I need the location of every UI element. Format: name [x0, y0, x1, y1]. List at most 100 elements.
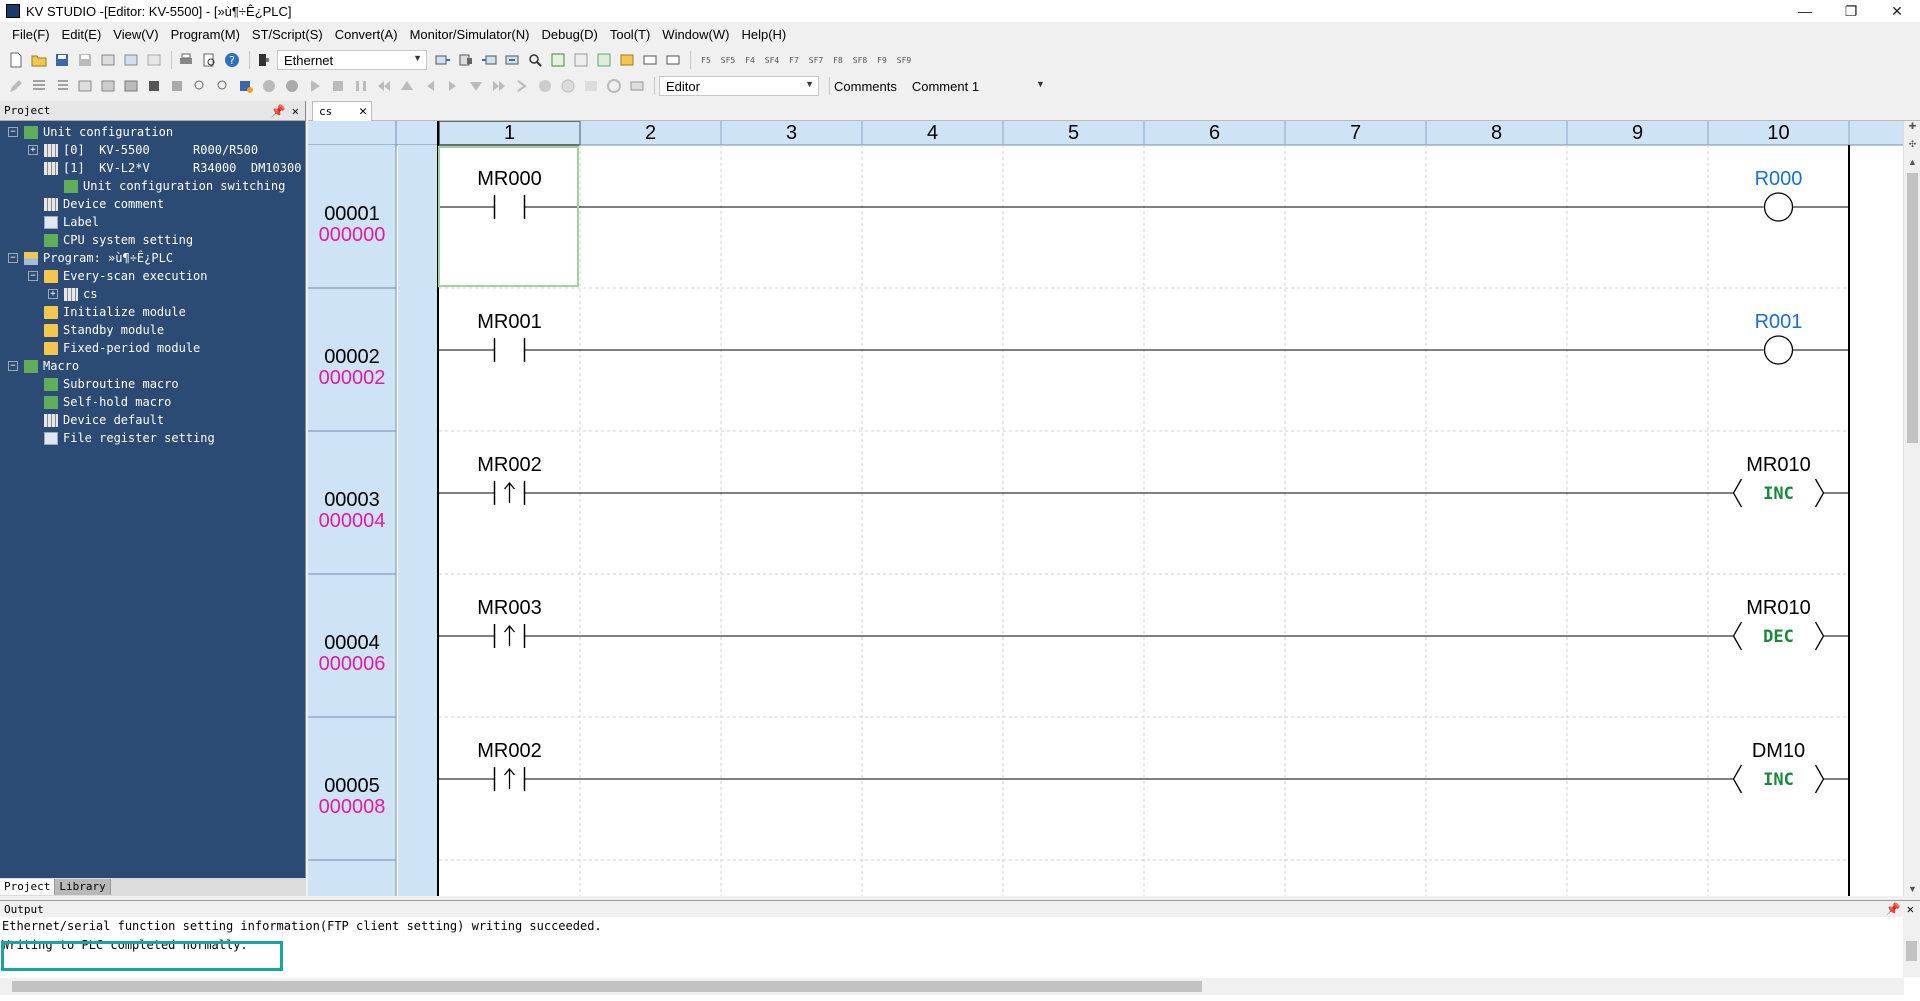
move-icon[interactable]: ✣: [1904, 139, 1920, 150]
pencil-icon[interactable]: [6, 76, 26, 96]
save-all-icon[interactable]: [75, 50, 95, 70]
clear-breakpoint-icon[interactable]: [558, 76, 578, 96]
ladder-diagram[interactable]: 1 2 3 4 5 6 7 8 9 1000001000000MR000 R000000020000…: [308, 121, 1903, 896]
menu-file[interactable]: File(F): [6, 27, 56, 42]
rewind-icon[interactable]: [374, 76, 394, 96]
close-window-button[interactable]: ✕: [1874, 0, 1920, 22]
fkey-sf5-icon[interactable]: SF5: [717, 56, 739, 65]
tool-icon[interactable]: [167, 76, 187, 96]
pin-icon[interactable]: 📌: [271, 104, 286, 118]
tree-item[interactable]: CPU system setting: [0, 231, 305, 249]
device-table-icon[interactable]: [627, 76, 647, 96]
stop-record-icon[interactable]: [282, 76, 302, 96]
transfer-icon[interactable]: [456, 50, 476, 70]
tree-item[interactable]: Device default: [0, 411, 305, 429]
menu-program[interactable]: Program(M): [165, 27, 246, 42]
import-icon[interactable]: [121, 50, 141, 70]
pause-icon[interactable]: [351, 76, 371, 96]
register-monitor-icon[interactable]: [617, 50, 637, 70]
menu-monitor-simulator[interactable]: Monitor/Simulator(N): [404, 27, 536, 42]
fkey-sf9-icon[interactable]: SF9: [893, 56, 915, 65]
scroll-down-icon[interactable]: ▼: [1904, 884, 1920, 894]
stop-icon[interactable]: [328, 76, 348, 96]
tree-item[interactable]: − Unit configuration: [0, 123, 305, 141]
comment-select[interactable]: Comment 1 ▼: [904, 76, 1050, 96]
print-preview-icon[interactable]: [199, 50, 219, 70]
tree-item[interactable]: Self-hold macro: [0, 393, 305, 411]
tree-item[interactable]: Device comment: [0, 195, 305, 213]
expand-toggle-icon[interactable]: −: [8, 361, 18, 371]
tree-item[interactable]: File register setting: [0, 429, 305, 447]
tree-item[interactable]: Label: [0, 213, 305, 231]
output-horizontal-scrollbar[interactable]: [0, 978, 1904, 995]
replace-icon[interactable]: [548, 50, 568, 70]
alert-icon[interactable]: [236, 76, 256, 96]
find-icon[interactable]: [525, 50, 545, 70]
menu-st-script[interactable]: ST/Script(S): [246, 27, 329, 42]
scroll-thumb[interactable]: [12, 981, 1202, 992]
tree-item[interactable]: Subroutine macro: [0, 375, 305, 393]
close-icon[interactable]: ✕: [292, 104, 299, 118]
tree-item[interactable]: + cs: [0, 285, 305, 303]
menu-window[interactable]: Window(W): [656, 27, 735, 42]
module-icon[interactable]: [144, 76, 164, 96]
expand-toggle-icon[interactable]: +: [28, 145, 38, 155]
fkey-f7-icon[interactable]: F7: [783, 56, 805, 65]
menu-debug[interactable]: Debug(D): [535, 27, 603, 42]
write-to-plc-icon[interactable]: [479, 50, 499, 70]
grid-icon[interactable]: [98, 76, 118, 96]
menu-convert[interactable]: Convert(A): [329, 27, 404, 42]
restore-button[interactable]: ❐: [1828, 0, 1874, 22]
search-monitor-icon[interactable]: [190, 76, 210, 96]
new-file-icon[interactable]: [6, 50, 26, 70]
list-numbered-icon[interactable]: [52, 76, 72, 96]
connection-select[interactable]: Ethernet ▼: [277, 50, 427, 70]
tree-item[interactable]: − Every-scan execution: [0, 267, 305, 285]
timer-icon[interactable]: [604, 76, 624, 96]
help-icon[interactable]: ?: [222, 50, 242, 70]
tab-library[interactable]: Library: [55, 879, 111, 895]
editor-vertical-scrollbar[interactable]: ✚ ✣ ▲ ▼: [1903, 121, 1920, 896]
scroll-up-icon[interactable]: ▲: [1904, 157, 1920, 167]
tree-item[interactable]: Unit configuration switching: [0, 177, 305, 195]
close-icon[interactable]: ✕: [359, 104, 367, 119]
expand-toggle-icon[interactable]: −: [8, 253, 18, 263]
fkey-f9-icon[interactable]: F9: [871, 56, 893, 65]
fkey-f5-icon[interactable]: F5: [695, 56, 717, 65]
tree-item[interactable]: Fixed-period module: [0, 339, 305, 357]
copy-project-icon[interactable]: [144, 50, 164, 70]
tree-item[interactable]: Initialize module: [0, 303, 305, 321]
expand-toggle-icon[interactable]: −: [28, 271, 38, 281]
cross-reference-icon[interactable]: [571, 50, 591, 70]
table-icon[interactable]: [75, 76, 95, 96]
tree-item[interactable]: + [0] KV-5500 R000/R500: [0, 141, 305, 159]
expand-toggle-icon[interactable]: −: [8, 127, 18, 137]
verify-icon[interactable]: [502, 50, 522, 70]
tree-item[interactable]: [1] KV-L2*V R34000 DM10300: [0, 159, 305, 177]
step-forward-icon[interactable]: [443, 76, 463, 96]
minimize-button[interactable]: —: [1782, 0, 1828, 22]
breakpoint-icon[interactable]: [535, 76, 555, 96]
tree-item[interactable]: − Program: »ù¶÷Ê¿PLC: [0, 249, 305, 267]
scroll-thumb[interactable]: [1906, 941, 1917, 961]
step-up-icon[interactable]: [397, 76, 417, 96]
menu-view[interactable]: View(V): [107, 27, 164, 42]
fkey-sf7-icon[interactable]: SF7: [805, 56, 827, 65]
fast-forward-icon[interactable]: [489, 76, 509, 96]
menu-help[interactable]: Help(H): [735, 27, 792, 42]
tree-item[interactable]: − Macro: [0, 357, 305, 375]
mode-select[interactable]: Editor ▼: [659, 76, 819, 96]
memory-icon[interactable]: [121, 76, 141, 96]
output-vertical-scrollbar[interactable]: [1903, 917, 1920, 977]
device-list-icon[interactable]: [594, 50, 614, 70]
step-back-icon[interactable]: [420, 76, 440, 96]
list-icon[interactable]: [29, 76, 49, 96]
fkey-sf4-icon[interactable]: SF4: [761, 56, 783, 65]
ladder-editor[interactable]: 1 2 3 4 5 6 7 8 9 10 00001 000000 MR000 R000 00002 0000…: [308, 121, 1903, 896]
tab-cs[interactable]: cs ✕: [312, 101, 372, 121]
record-icon[interactable]: [259, 76, 279, 96]
read-from-plc-icon[interactable]: [433, 50, 453, 70]
menu-tool[interactable]: Tool(T): [604, 27, 656, 42]
tree-item[interactable]: Standby module: [0, 321, 305, 339]
fkey-f4-icon[interactable]: F4: [739, 56, 761, 65]
